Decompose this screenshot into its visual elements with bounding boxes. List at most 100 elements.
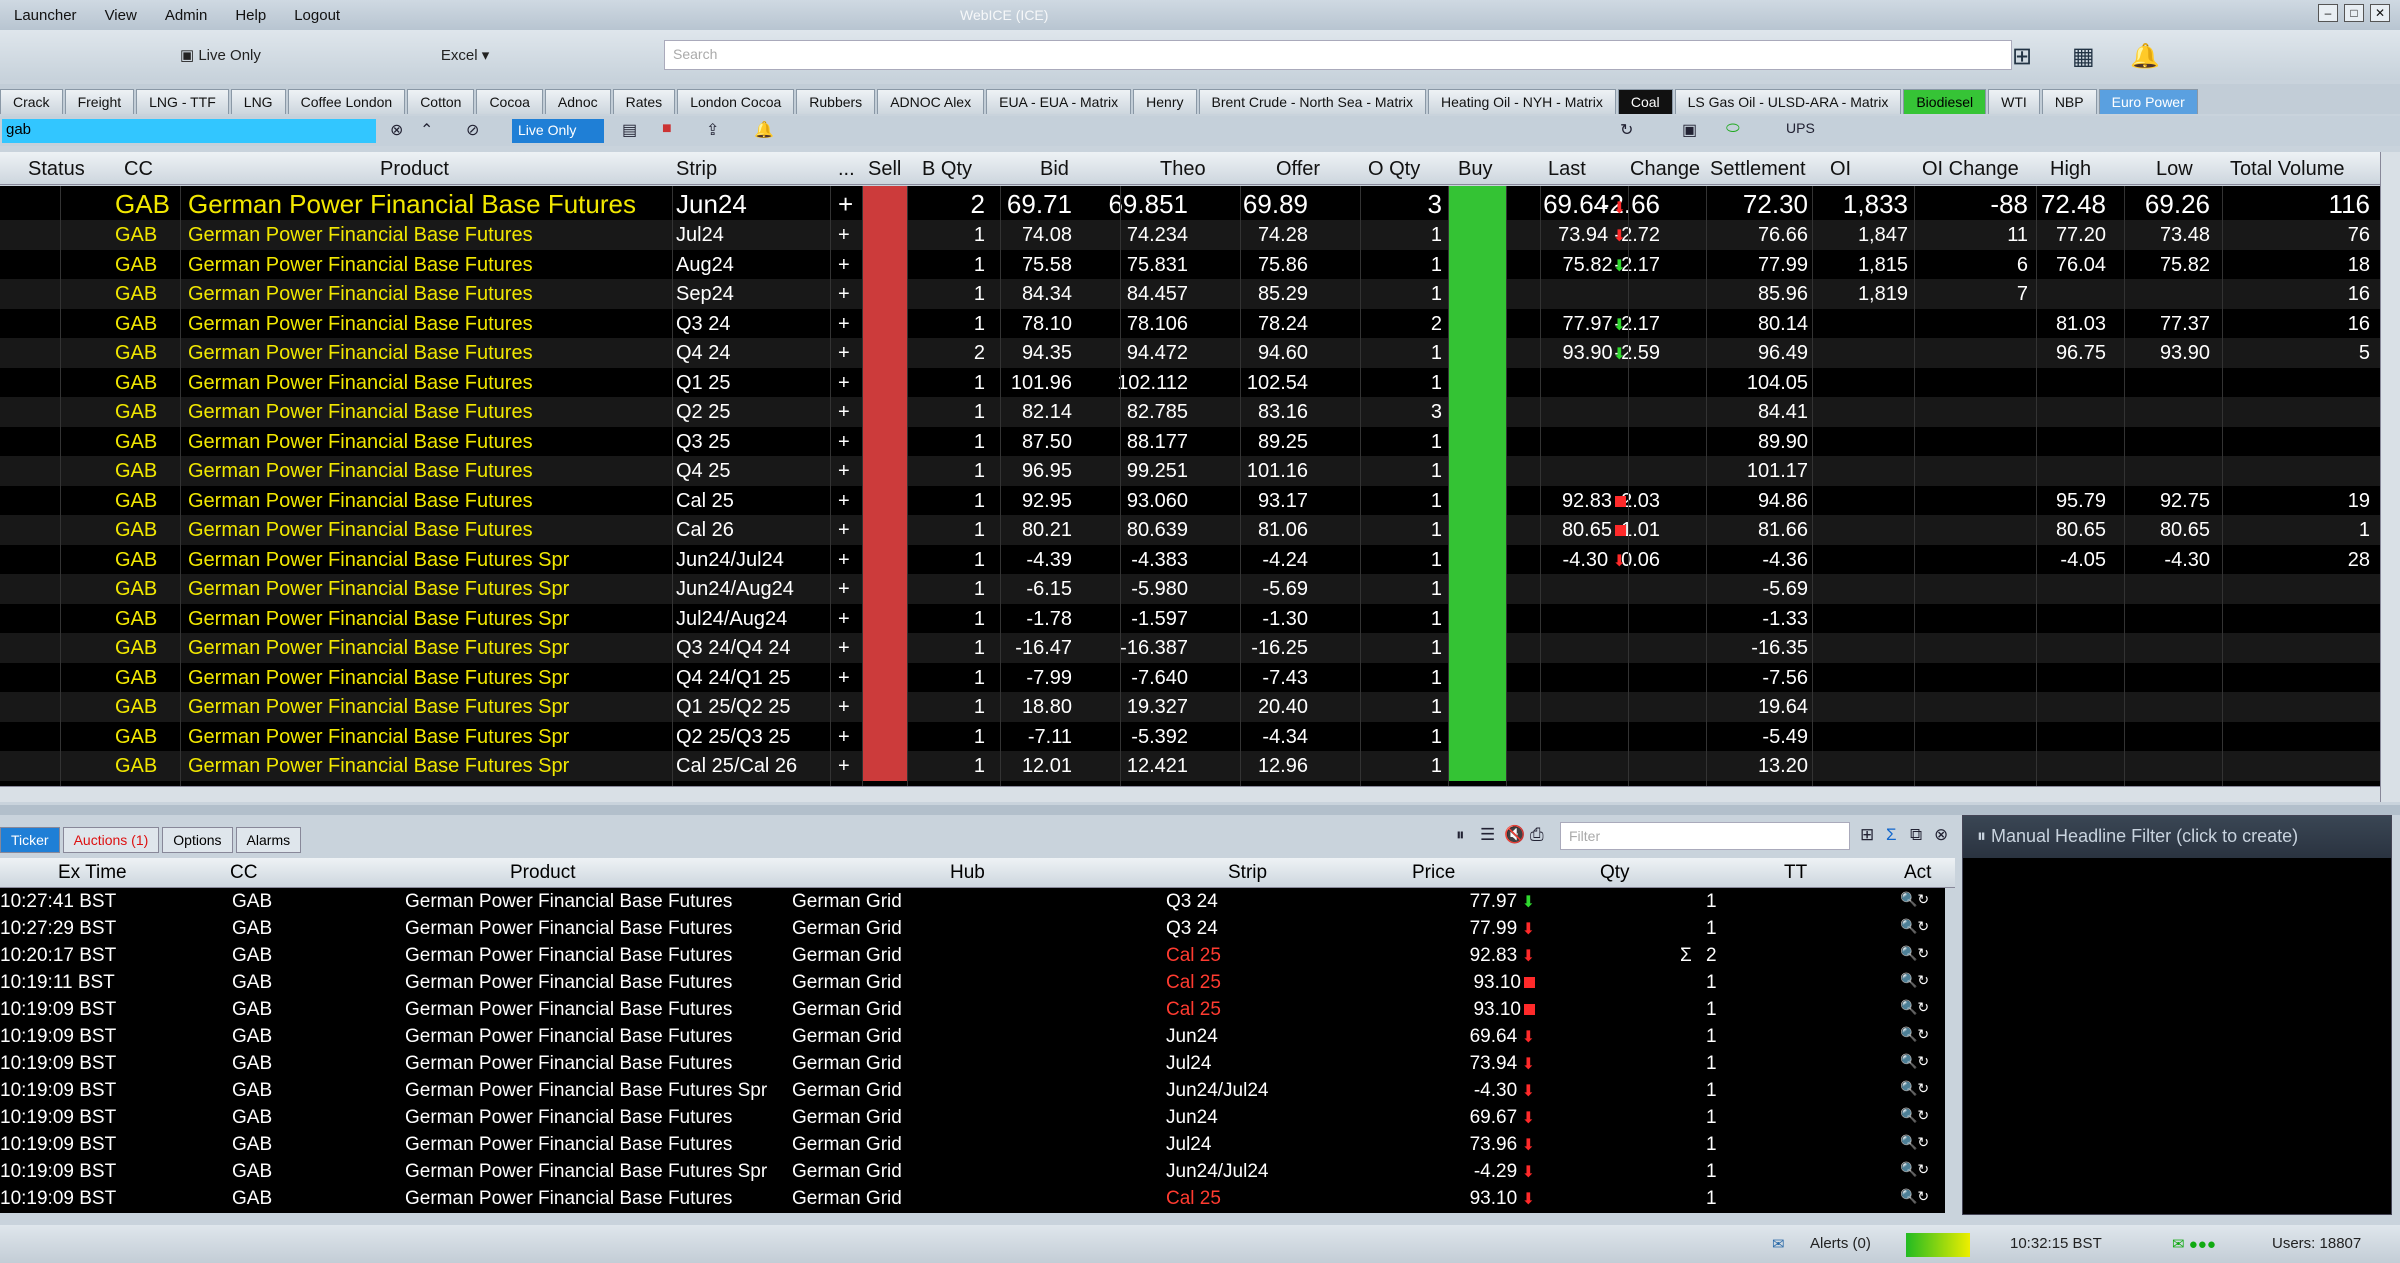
ticker-header-price[interactable]: Price — [1412, 862, 1455, 884]
export-icon[interactable]: ⇪ — [706, 120, 719, 140]
ticker-header-hub[interactable]: Hub — [950, 862, 985, 884]
menu-view[interactable]: View — [91, 7, 151, 24]
buy-button[interactable] — [1448, 721, 1506, 751]
ticker-row[interactable]: 10:19:09 BST GAB German Power Financial Ba… — [0, 1023, 1945, 1050]
pane-splitter[interactable] — [0, 805, 2400, 815]
calc-icon[interactable]: ▣ — [1682, 120, 1697, 140]
tab-wti[interactable]: WTI — [1988, 89, 2040, 114]
market-row[interactable]: GAB German Power Financial Base Futures Ju… — [0, 186, 2380, 220]
tab-heating-oil-nyh-matrix[interactable]: Heating Oil - NYH - Matrix — [1428, 89, 1616, 114]
ticker-header-product[interactable]: Product — [510, 862, 575, 884]
sell-button[interactable] — [862, 485, 907, 515]
vertical-scrollbar[interactable] — [2380, 152, 2400, 802]
ticker-action-icon[interactable]: 🔍↻ — [1900, 1188, 1929, 1205]
market-row[interactable]: GAB German Power Financial Base Futures Q4… — [0, 338, 2380, 368]
expand-button[interactable]: + — [838, 401, 850, 424]
expand-button[interactable]: + — [838, 431, 850, 454]
bell-small-icon[interactable]: 🔔 — [754, 120, 774, 140]
sell-button[interactable] — [862, 338, 907, 368]
sell-button[interactable] — [862, 308, 907, 338]
sell-button[interactable] — [862, 456, 907, 486]
tab-cocoa[interactable]: Cocoa — [476, 89, 543, 114]
ticker-row[interactable]: 10:20:17 BST GAB German Power Financial Ba… — [0, 942, 1945, 969]
sell-button[interactable] — [862, 574, 907, 604]
buy-button[interactable] — [1448, 633, 1506, 663]
menu-help[interactable]: Help — [221, 7, 280, 24]
menu-launcher[interactable]: Launcher — [0, 7, 91, 24]
col-header-status[interactable]: Status — [28, 158, 85, 181]
ups-toggle[interactable]: ⬭ — [1726, 120, 1740, 138]
tab-rubbers[interactable]: Rubbers — [796, 89, 876, 114]
close-icon[interactable]: ✕ — [2370, 4, 2390, 22]
expand-button[interactable]: + — [838, 224, 850, 247]
sell-button[interactable] — [862, 751, 907, 781]
minimize-icon[interactable]: – — [2318, 4, 2338, 22]
live-only-toggle[interactable]: ▣ Live Only — [160, 46, 281, 64]
print-icon[interactable]: ⎙ — [1530, 825, 1544, 845]
menu-admin[interactable]: Admin — [151, 7, 222, 24]
tab-freight[interactable]: Freight — [64, 89, 135, 114]
tab-alarms[interactable]: Alarms — [235, 827, 302, 853]
expand-button[interactable]: + — [838, 490, 850, 513]
clock-icon[interactable]: ⊘ — [466, 120, 479, 140]
tab-euro-power[interactable]: Euro Power — [2098, 89, 2198, 114]
ticker-header-ex-time[interactable]: Ex Time — [58, 862, 127, 884]
buy-button[interactable] — [1448, 751, 1506, 781]
tab-adnoc[interactable]: Adnoc — [544, 89, 611, 114]
tab-nbp[interactable]: NBP — [2041, 89, 2097, 114]
ticker-header-tt[interactable]: TT — [1784, 862, 1807, 884]
tab-adnoc-alex[interactable]: ADNOC Alex — [877, 89, 985, 114]
tree-small-icon[interactable]: ⊞ — [1860, 825, 1874, 845]
ticker-row[interactable]: 10:27:41 BST GAB German Power Financial Ba… — [0, 888, 1945, 915]
buy-button[interactable] — [1448, 692, 1506, 722]
ticker-action-icon[interactable]: 🔍↻ — [1900, 1080, 1929, 1097]
sell-button[interactable] — [862, 220, 907, 250]
buy-button[interactable] — [1448, 220, 1506, 250]
market-row[interactable]: GAB German Power Financial Base Futures Ju… — [0, 220, 2380, 250]
buy-button[interactable] — [1448, 485, 1506, 515]
sell-button[interactable] — [862, 186, 907, 220]
sell-button[interactable] — [862, 544, 907, 574]
ticker-row[interactable]: 10:19:09 BST GAB German Power Financial Ba… — [0, 1077, 1945, 1104]
pause-icon[interactable]: ⏸ — [1456, 825, 1465, 845]
col-header-sell[interactable]: Sell — [868, 158, 901, 181]
layout-icon[interactable]: ▦ — [2072, 42, 2095, 71]
stack-icon[interactable]: ⧉ — [1910, 825, 1922, 845]
expand-button[interactable]: + — [838, 254, 850, 277]
ticker-action-icon[interactable]: 🔍↻ — [1900, 1134, 1929, 1151]
ticker-row[interactable]: 10:19:09 BST GAB German Power Financial Ba… — [0, 996, 1945, 1023]
sell-button[interactable] — [862, 367, 907, 397]
expand-button[interactable]: + — [838, 578, 850, 601]
ticker-action-icon[interactable]: 🔍↻ — [1900, 1026, 1929, 1043]
tab-biodiesel[interactable]: Biodiesel — [1903, 89, 1987, 114]
ticker-row[interactable]: 10:19:09 BST GAB German Power Financial Ba… — [0, 1158, 1945, 1185]
expand-button[interactable]: + — [838, 755, 850, 778]
expand-button[interactable]: + — [838, 189, 853, 220]
market-row[interactable]: GAB German Power Financial Base Futures Q4… — [0, 456, 2380, 486]
market-row[interactable]: GAB German Power Financial Base Futures S… — [0, 544, 2380, 574]
expand-button[interactable]: + — [838, 283, 850, 306]
ticker-row[interactable]: 10:19:09 BST GAB German Power Financial Ba… — [0, 1185, 1945, 1212]
product-filter-input[interactable]: gab — [2, 119, 376, 143]
tab-lng[interactable]: LNG — [230, 89, 286, 114]
buy-button[interactable] — [1448, 279, 1506, 309]
tab-ls-gas-oil-ulsd-ara-matrix[interactable]: LS Gas Oil - ULSD-ARA - Matrix — [1674, 89, 1902, 114]
tab-brent-crude-north-sea-matrix[interactable]: Brent Crude - North Sea - Matrix — [1198, 89, 1427, 114]
buy-button[interactable] — [1448, 308, 1506, 338]
ticker-row[interactable]: 10:27:29 BST GAB German Power Financial Ba… — [0, 915, 1945, 942]
history-icon[interactable]: ↻ — [1620, 120, 1633, 140]
ticker-action-icon[interactable]: 🔍↻ — [1900, 1161, 1929, 1178]
col-header-cc[interactable]: CC — [124, 158, 153, 181]
col-header-offer[interactable]: Offer — [1276, 158, 1320, 181]
mute-icon[interactable]: 🔇 — [1504, 825, 1525, 845]
col-header-product[interactable]: Product — [380, 158, 449, 181]
collapse-icon[interactable]: ⌃ — [420, 120, 433, 140]
col-header-o-qty[interactable]: O Qty — [1368, 158, 1420, 181]
sell-button[interactable] — [862, 515, 907, 545]
tab-rates[interactable]: Rates — [612, 89, 676, 114]
ticker-row[interactable]: 10:19:09 BST GAB German Power Financial Ba… — [0, 1050, 1945, 1077]
sell-button[interactable] — [862, 279, 907, 309]
ticker-action-icon[interactable]: 🔍↻ — [1900, 999, 1929, 1016]
close-pane-icon[interactable]: ⊗ — [1934, 825, 1948, 845]
market-row[interactable]: GAB German Power Financial Base Futures S… — [0, 603, 2380, 633]
